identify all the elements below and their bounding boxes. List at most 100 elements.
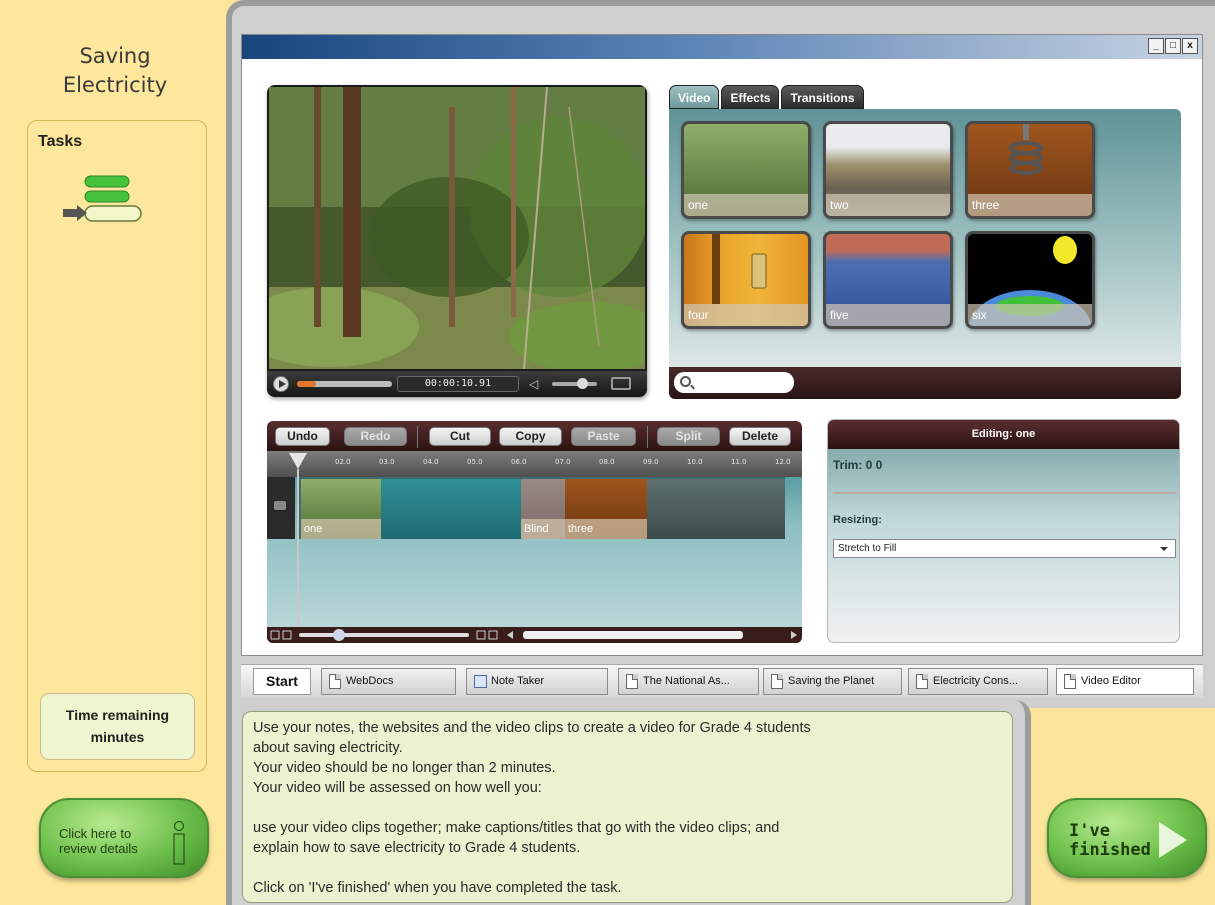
- paste-button[interactable]: Paste: [571, 427, 636, 446]
- progress-fill: [297, 381, 316, 387]
- clip-thumbnail[interactable]: two: [823, 121, 953, 219]
- taskbar-item-label: WebDocs: [346, 675, 394, 687]
- taskbar-item-label: Note Taker: [491, 675, 544, 687]
- chevron-down-icon: [1160, 547, 1168, 551]
- ruler-tick: 08.0: [599, 458, 615, 466]
- resizing-label: Resizing:: [833, 514, 882, 526]
- task-instructions: Use your notes, the websites and the vid…: [242, 711, 1013, 903]
- timeline[interactable]: 02.0 03.0 04.0 05.0 06.0 07.0 08.0 09.0 …: [267, 451, 802, 643]
- clip-thumbnail[interactable]: six: [965, 231, 1095, 329]
- review-details-label: Click here to review details: [59, 826, 169, 856]
- edit-toolbar: Undo Redo Cut Copy Paste Split Delete: [267, 421, 802, 451]
- ruler-tick: 11.0: [731, 458, 747, 466]
- timeline-clip-label: one: [301, 519, 381, 539]
- minimize-icon[interactable]: _: [1148, 38, 1164, 54]
- timeline-clip[interactable]: one: [301, 479, 381, 539]
- clip-thumbnail[interactable]: one: [681, 121, 811, 219]
- review-details-button[interactable]: Click here to review details: [39, 798, 209, 878]
- timeline-transition[interactable]: Blind: [521, 479, 565, 539]
- finished-line-1: I've: [1069, 821, 1110, 841]
- instruction-line: Use your notes, the websites and the vid…: [253, 720, 811, 736]
- light-switch-icon: [712, 234, 767, 304]
- ruler-tick: 10.0: [687, 458, 703, 466]
- tab-transitions[interactable]: Transitions: [781, 85, 864, 109]
- taskbar-item-label: The National As...: [643, 675, 730, 687]
- tasks-label: Tasks: [38, 133, 83, 150]
- playhead-icon[interactable]: [289, 453, 307, 469]
- ruler-tick: 06.0: [511, 458, 527, 466]
- finished-button[interactable]: I've finished: [1047, 798, 1207, 878]
- instruction-gap: [253, 798, 1002, 818]
- split-button[interactable]: Split: [657, 427, 720, 446]
- player-controls: 00:00:10.91 ◁: [267, 371, 647, 397]
- ruler-tick: 03.0: [379, 458, 395, 466]
- playhead-line: [297, 469, 299, 629]
- video-player: 00:00:10.91 ◁: [267, 85, 647, 397]
- clip-label: three: [968, 194, 1092, 216]
- document-icon: [329, 674, 341, 689]
- timeline-clip[interactable]: [381, 479, 521, 539]
- taskbar-item-electricity-cons[interactable]: Electricity Cons...: [908, 668, 1048, 695]
- taskbar-item-label: Video Editor: [1081, 675, 1141, 687]
- resize-mode-select[interactable]: Stretch to Fill: [833, 539, 1176, 558]
- title-line-2: Electricity: [62, 73, 168, 97]
- taskbar-item-national-as[interactable]: The National As...: [618, 668, 759, 695]
- cut-button[interactable]: Cut: [429, 427, 491, 446]
- progress-bar[interactable]: [297, 381, 392, 387]
- restore-icon[interactable]: □: [1165, 38, 1181, 54]
- timeline-ruler[interactable]: 02.0 03.0 04.0 05.0 06.0 07.0 08.0 09.0 …: [267, 451, 802, 477]
- info-icon: [173, 820, 185, 865]
- review-line-1: Click here to: [59, 826, 132, 841]
- redo-button[interactable]: Redo: [344, 427, 407, 446]
- timeline-clip[interactable]: three: [565, 479, 647, 539]
- taskbar-item-note-taker[interactable]: Note Taker: [466, 668, 608, 695]
- close-icon[interactable]: x: [1182, 38, 1198, 54]
- resize-mode-value: Stretch to Fill: [838, 543, 897, 554]
- clip-label: one: [684, 194, 808, 216]
- clip-thumbnail[interactable]: four: [681, 231, 811, 329]
- toolbar-divider: [647, 426, 648, 448]
- timeline-scrollbar[interactable]: [267, 627, 802, 643]
- taskbar-item-webdocs[interactable]: WebDocs: [321, 668, 456, 695]
- volume-icon[interactable]: ◁: [529, 377, 541, 391]
- toolbar-divider: [417, 426, 418, 448]
- tab-video[interactable]: Video: [669, 85, 720, 109]
- copy-button[interactable]: Copy: [499, 427, 562, 446]
- volume-knob[interactable]: [576, 378, 588, 389]
- search-input[interactable]: [674, 372, 794, 393]
- clip-thumbnail[interactable]: three: [965, 121, 1095, 219]
- time-remaining-box: Time remaining minutes: [40, 693, 195, 760]
- fullscreen-icon[interactable]: [611, 377, 631, 390]
- ruler-tick: 12.0: [775, 458, 791, 466]
- taskbar: Start WebDocs Note Taker The National As…: [241, 664, 1203, 698]
- document-icon: [771, 674, 783, 689]
- video-preview[interactable]: [269, 87, 645, 369]
- finished-label: I've finished: [1069, 822, 1151, 860]
- instruction-line: explain how to save electricity to Grade…: [253, 840, 581, 856]
- trim-label: Trim: 0 0: [833, 458, 883, 472]
- taskbar-item-saving-planet[interactable]: Saving the Planet: [763, 668, 902, 695]
- timeline-clip[interactable]: [647, 479, 785, 539]
- volume-slider[interactable]: [552, 378, 597, 389]
- finished-line-2: finished: [1069, 840, 1151, 860]
- time-display: 00:00:10.91: [397, 376, 519, 392]
- taskbar-item-label: Electricity Cons...: [933, 675, 1018, 687]
- ruler-tick: 02.0: [335, 458, 351, 466]
- tab-effects[interactable]: Effects: [721, 85, 780, 109]
- clip-label: four: [684, 304, 808, 326]
- clip-thumbnail[interactable]: five: [823, 231, 953, 329]
- undo-button[interactable]: Undo: [275, 427, 330, 446]
- clip-label: two: [826, 194, 950, 216]
- trim-slider[interactable]: [833, 492, 1176, 494]
- window-controls: _ □ x: [1148, 38, 1198, 54]
- delete-button[interactable]: Delete: [729, 427, 791, 446]
- window-titlebar[interactable]: _ □ x: [242, 35, 1202, 59]
- document-icon: [1064, 674, 1076, 689]
- clip-library: one two three four five six: [669, 109, 1181, 399]
- instruction-line: Click on 'I've finished' when you have c…: [253, 880, 622, 896]
- video-track-icon: [267, 477, 295, 539]
- play-icon[interactable]: [273, 376, 289, 392]
- taskbar-item-video-editor[interactable]: Video Editor: [1056, 668, 1194, 695]
- instruction-line: use your video clips together; make capt…: [253, 820, 780, 836]
- start-button[interactable]: Start: [253, 668, 311, 695]
